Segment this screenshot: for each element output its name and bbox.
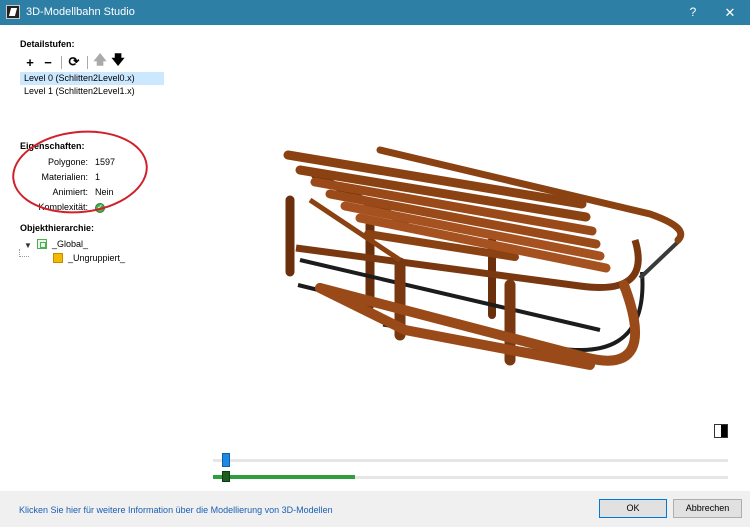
toolbar-separator [61,55,62,69]
hierarchy-section-title: Objekthierarchie: [20,223,95,233]
cancel-button[interactable]: Abbrechen [673,499,742,518]
sled-model [283,146,685,370]
toolbar-separator [87,55,88,69]
global-cube-icon [37,239,47,249]
remove-icon[interactable]: − [40,54,56,70]
add-icon[interactable]: + [22,54,38,70]
lod-item[interactable]: Level 0 (Schlitten2Level0.x) [20,72,164,85]
title-bar: 3D-Modellbahn Studio ? ✕ [0,0,750,25]
model-preview-viewport[interactable] [200,40,740,440]
group-cube-icon [53,253,63,263]
lod-list: Level 0 (Schlitten2Level0.x) Level 1 (Sc… [20,72,164,98]
lod-toolbar: + − ⟳ 🡅 🡇 [22,52,128,70]
arrow-up-icon[interactable]: 🡅 [92,52,108,70]
slider-thumb[interactable] [222,453,230,467]
slider-fill [213,475,355,479]
tree-node-label: _Ungruppiert_ [68,253,126,263]
window-title: 3D-Modellbahn Studio [26,6,135,18]
ok-button[interactable]: OK [599,499,667,518]
app-icon [6,5,20,19]
lod-item[interactable]: Level 1 (Schlitten2Level1.x) [20,85,164,98]
tree-node-label: _Global_ [52,239,89,249]
slider-track[interactable] [213,459,728,462]
tree-connector [19,256,29,257]
background-toggle-icon[interactable] [714,424,728,438]
lod-section-title: Detailstufen: [20,39,75,49]
arrow-down-icon[interactable]: 🡇 [110,52,126,70]
refresh-icon[interactable]: ⟳ [66,54,82,70]
slider-thumb[interactable] [222,471,230,482]
info-link[interactable]: Klicken Sie hier für weitere Information… [19,505,333,515]
collapse-arrow-icon[interactable]: ▼ [24,239,32,253]
close-button[interactable]: ✕ [713,0,747,25]
help-button[interactable]: ? [676,0,710,25]
